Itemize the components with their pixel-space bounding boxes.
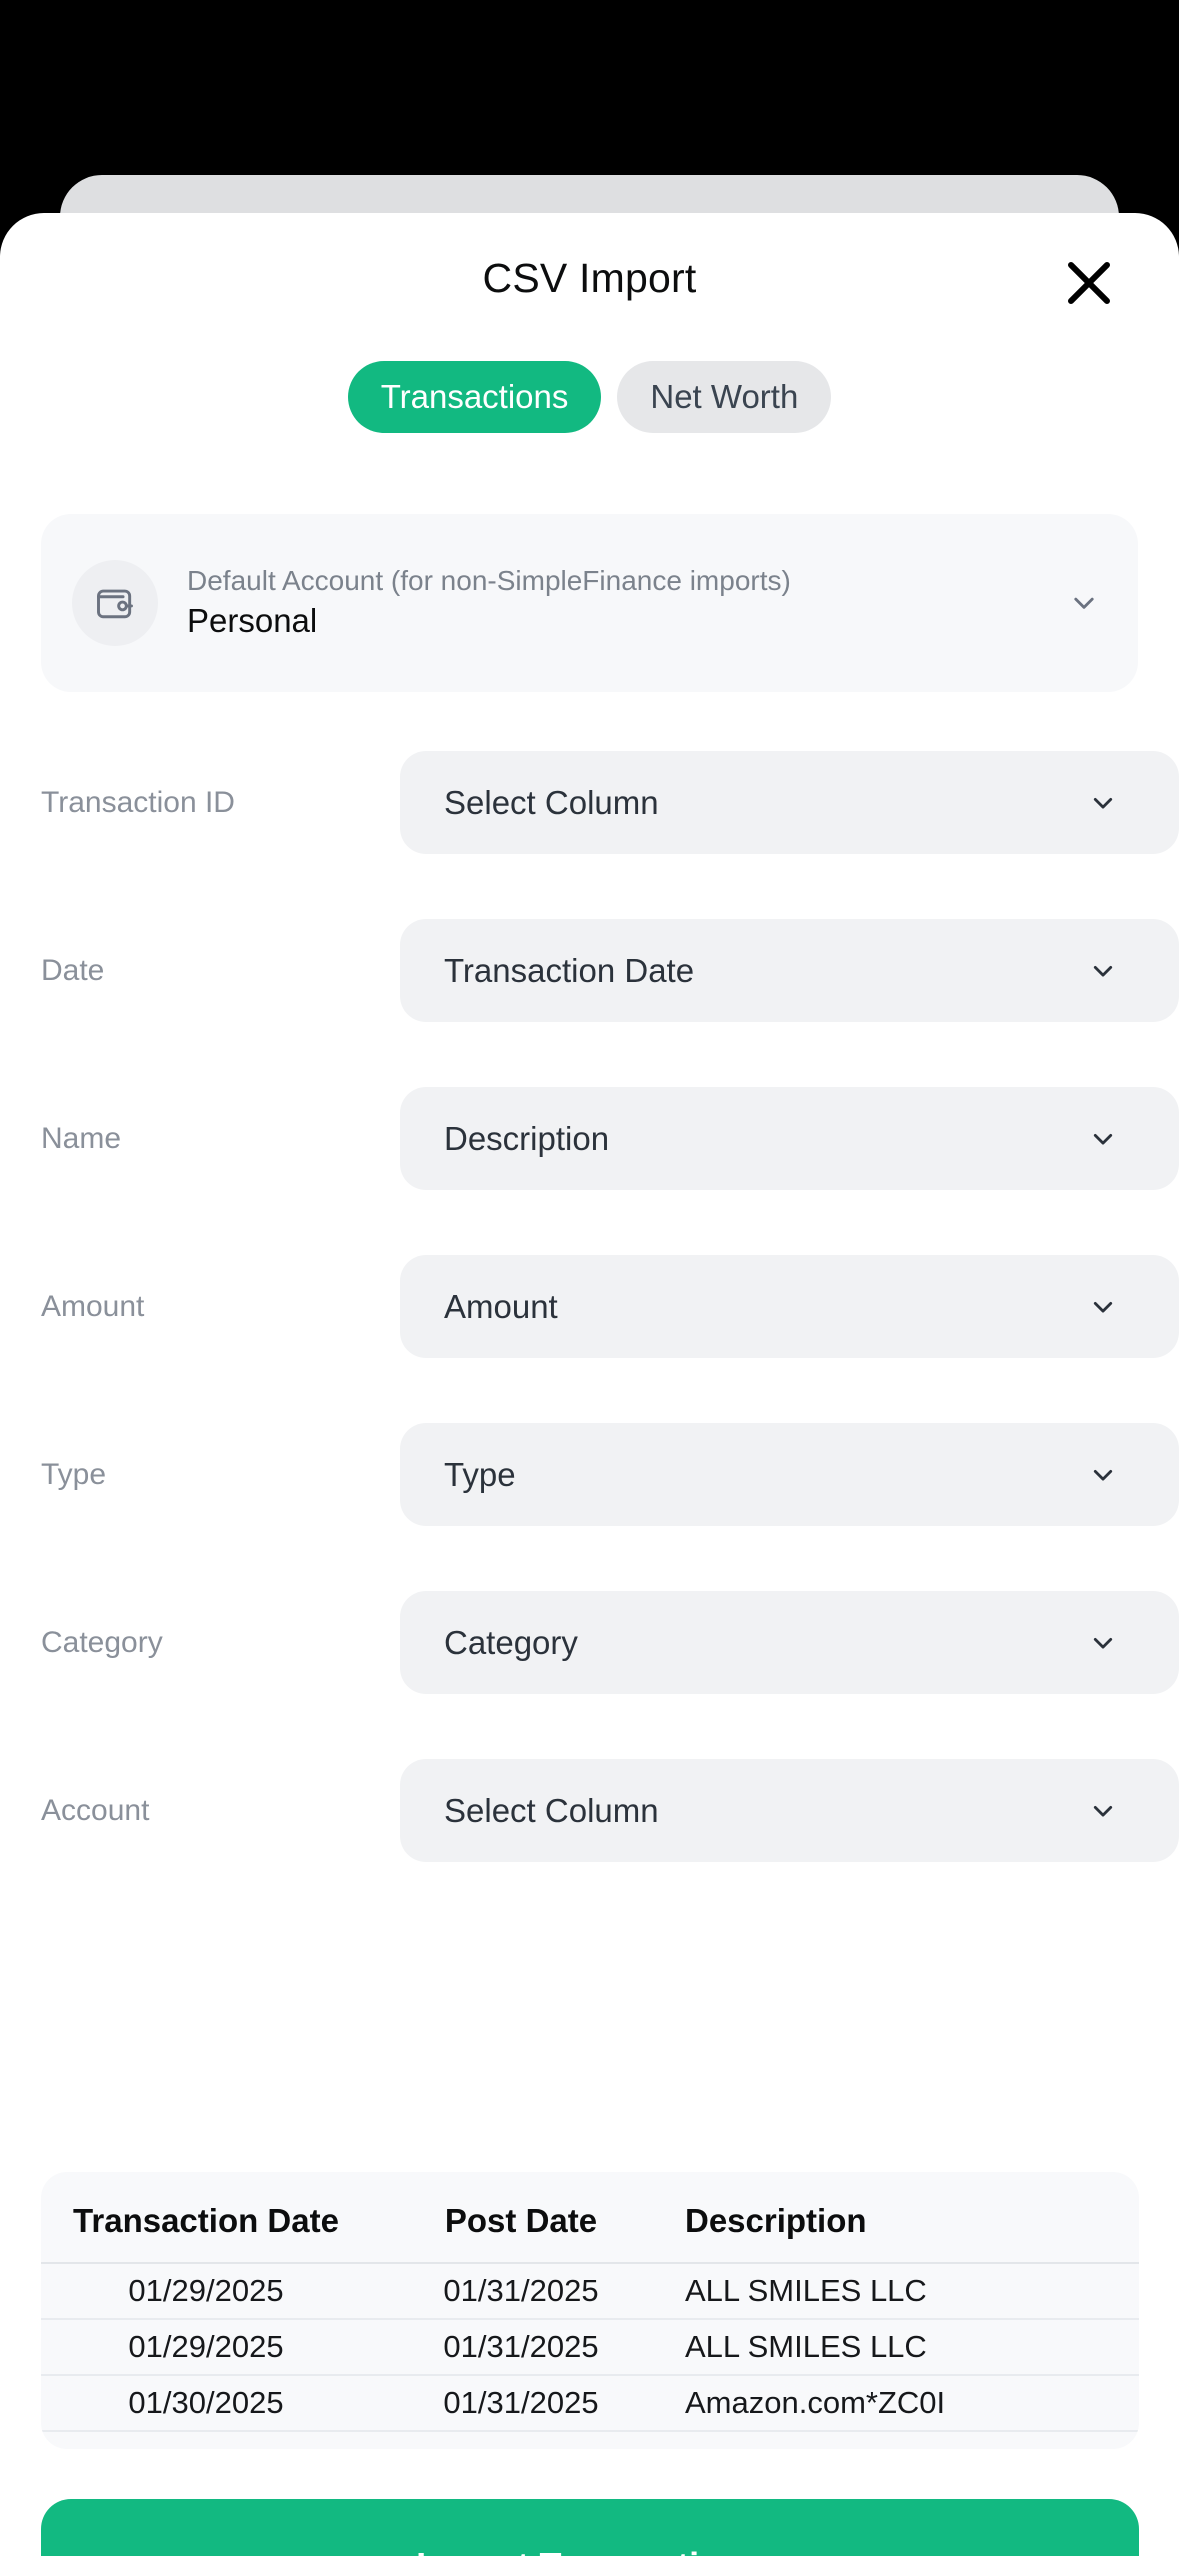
mapping-row-account: Account Select Column: [0, 1759, 1179, 1862]
mapping-select-account[interactable]: Select Column: [400, 1759, 1179, 1862]
mapping-value-type: Type: [444, 1455, 516, 1493]
column-mapping-list: Transaction ID Select Column Date Transa…: [0, 751, 1179, 1927]
close-button[interactable]: [1055, 249, 1123, 317]
table-row: 01/29/2025 01/31/2025 ALL SMILES LLC: [41, 2263, 1139, 2319]
chevron-down-icon: [1087, 1087, 1119, 1190]
default-account-value: Personal: [187, 602, 318, 640]
mapping-select-transaction-id[interactable]: Select Column: [400, 751, 1179, 854]
default-account-text: Default Account (for non-SimpleFinance i…: [187, 563, 1060, 644]
mapping-select-category[interactable]: Category: [400, 1591, 1179, 1694]
mapping-label-transaction-id: Transaction ID: [41, 785, 235, 819]
chevron-down-icon: [1087, 751, 1119, 854]
cell-transaction-date: 01/29/2025: [128, 2329, 284, 2364]
mapping-row-transaction-id: Transaction ID Select Column: [0, 751, 1179, 854]
mapping-label-type: Type: [41, 1457, 107, 1491]
chevron-down-icon: [1087, 1423, 1119, 1526]
default-account-selector[interactable]: Default Account (for non-SimpleFinance i…: [41, 514, 1138, 692]
csv-preview-table: Transaction Date Post Date Description 0…: [41, 2190, 1139, 2432]
mapping-row-category: Category Category: [0, 1591, 1179, 1694]
tab-net-worth-label: Net Worth: [650, 378, 799, 415]
wallet-icon: [72, 560, 158, 646]
cell-transaction-date: 01/29/2025: [128, 2273, 284, 2308]
mapping-label-account: Account: [41, 1793, 150, 1827]
table-header: Transaction Date Post Date Description: [41, 2190, 1139, 2263]
table-header-row: Transaction Date Post Date Description: [41, 2190, 1139, 2263]
chevron-down-icon: [1087, 1759, 1119, 1862]
mapping-value-amount: Amount: [444, 1287, 558, 1325]
table-row: 01/29/2025 01/31/2025 ALL SMILES LLC: [41, 2319, 1139, 2375]
page-title: CSV Import: [482, 255, 697, 301]
tab-transactions[interactable]: Transactions: [347, 361, 602, 433]
mapping-value-category: Category: [444, 1623, 578, 1661]
table-row: 01/30/2025 01/31/2025 Amazon.com*ZC0I: [41, 2375, 1139, 2431]
mapping-label-category: Category: [41, 1625, 163, 1659]
mapping-row-type: Type Type: [0, 1423, 1179, 1526]
default-account-label: Default Account (for non-SimpleFinance i…: [187, 564, 791, 596]
cell-post-date: 01/31/2025: [443, 2273, 599, 2308]
chevron-down-icon: [1087, 919, 1119, 1022]
modal-header: CSV Import: [0, 213, 1179, 335]
cell-transaction-date: 01/30/2025: [128, 2385, 284, 2420]
mapping-select-name[interactable]: Description: [400, 1087, 1179, 1190]
mapping-select-amount[interactable]: Amount: [400, 1255, 1179, 1358]
mapping-row-date: Date Transaction Date: [0, 919, 1179, 1022]
cell-post-date: 01/31/2025: [443, 2385, 599, 2420]
cell-post-date: 01/31/2025: [443, 2329, 599, 2364]
import-transactions-label: Import Transactions: [416, 2545, 764, 2556]
mapping-row-amount: Amount Amount: [0, 1255, 1179, 1358]
mapping-row-name: Name Description: [0, 1087, 1179, 1190]
tab-net-worth[interactable]: Net Worth: [617, 361, 832, 433]
mapping-value-date: Transaction Date: [444, 951, 695, 989]
table-body: 01/29/2025 01/31/2025 ALL SMILES LLC 01/…: [41, 2263, 1139, 2431]
cell-description: Amazon.com*ZC0I: [685, 2385, 946, 2420]
mapping-label-date: Date: [41, 953, 105, 987]
close-icon: [1066, 260, 1112, 306]
cell-description: ALL SMILES LLC: [685, 2273, 927, 2308]
mapping-value-transaction-id: Select Column: [444, 783, 659, 821]
cell-description: ALL SMILES LLC: [685, 2329, 927, 2364]
column-header-post-date: Post Date: [444, 2202, 598, 2239]
mapping-value-name: Description: [444, 1119, 610, 1157]
csv-preview-card: Transaction Date Post Date Description 0…: [41, 2172, 1139, 2449]
csv-import-modal-sheet: CSV Import Transactions Net Worth Defaul…: [0, 213, 1179, 2556]
import-transactions-button[interactable]: Import Transactions: [41, 2499, 1139, 2556]
mapping-label-name: Name: [41, 1121, 122, 1155]
mapping-select-type[interactable]: Type: [400, 1423, 1179, 1526]
import-type-tabs: Transactions Net Worth: [0, 361, 1179, 433]
mapping-select-date[interactable]: Transaction Date: [400, 919, 1179, 1022]
column-header-description: Description: [685, 2202, 867, 2239]
mapping-label-amount: Amount: [41, 1289, 145, 1323]
chevron-down-icon: [1087, 1255, 1119, 1358]
tab-transactions-label: Transactions: [380, 378, 569, 415]
phone-screen: CSV Import Transactions Net Worth Defaul…: [0, 0, 1179, 2556]
chevron-down-icon: [1087, 1591, 1119, 1694]
chevron-down-icon: [1060, 586, 1108, 620]
mapping-value-account: Select Column: [444, 1791, 659, 1829]
column-header-transaction-date: Transaction Date: [73, 2202, 339, 2239]
